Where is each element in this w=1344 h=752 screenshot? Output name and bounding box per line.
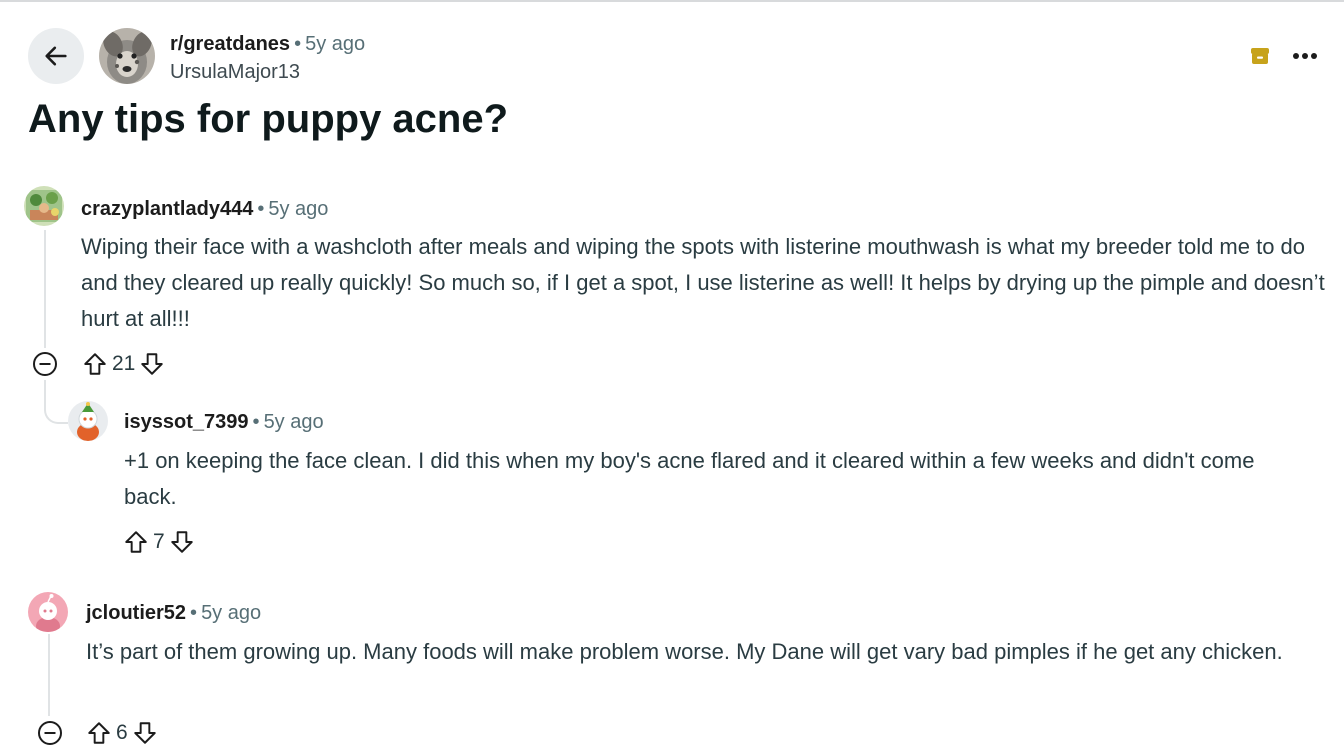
subreddit-name[interactable]: r/greatdanes [170,33,290,55]
more-horizontal-icon [1293,53,1317,59]
arrow-down-outline-icon [141,353,164,375]
vote-score: 6 [116,721,128,744]
comment-avatar[interactable] [24,186,64,226]
back-button[interactable] [28,28,84,84]
comment-body: +1 on keeping the face clean. I did this… [124,448,1255,509]
minus-circle-icon [38,721,62,745]
vote-score: 7 [153,530,165,553]
upvote-button[interactable] [122,528,150,556]
vote-bar: 6 [85,717,159,749]
vote-bar: 21 [81,348,166,380]
comment-time: 5y ago [263,411,324,433]
reply-connector [44,380,68,424]
post-title: Any tips for puppy acne? [28,97,509,141]
arrow-up-outline-icon [88,722,110,744]
downvote-button[interactable] [168,528,196,556]
post-time: 5y ago [305,33,366,55]
arrow-up-outline-icon [125,531,147,553]
downvote-button[interactable] [131,719,159,747]
arrow-up-outline-icon [84,353,106,375]
more-options-button[interactable] [1290,42,1320,70]
meta-separator: • [257,198,265,220]
subreddit-avatar[interactable] [99,28,155,84]
comment-avatar[interactable] [68,401,108,441]
vote-bar: 7 [122,526,196,558]
post-meta: r/greatdanes • 5y ago [170,31,365,57]
thread-line[interactable] [48,634,50,716]
thread-line[interactable] [44,230,46,348]
vote-score: 21 [112,352,136,375]
comment-author[interactable]: isyssot_7399 [124,411,249,433]
minus-circle-icon [33,352,57,376]
comment-meta: isyssot_7399 • 5y ago [124,409,324,435]
comment-body: It’s part of them growing up. Many foods… [86,639,1283,664]
meta-separator: • [252,411,260,433]
comment-time: 5y ago [268,198,329,220]
comment-time: 5y ago [201,602,262,624]
comment-author[interactable]: crazyplantlady444 [81,198,253,220]
upvote-button[interactable] [85,719,113,747]
comment-meta: crazyplantlady444 • 5y ago [81,196,328,222]
arrow-down-outline-icon [133,722,156,744]
post-author[interactable]: UrsulaMajor13 [170,59,300,85]
collapse-thread-button[interactable] [32,351,58,377]
comment-body: Wiping their face with a washcloth after… [81,234,1325,331]
meta-separator: • [294,33,302,55]
upvote-button[interactable] [81,350,109,378]
arrow-left-icon [45,46,67,66]
downvote-button[interactable] [138,350,166,378]
arrow-down-outline-icon [170,531,193,553]
meta-separator: • [190,602,198,624]
collapse-thread-button[interactable] [37,720,63,746]
comment-avatar[interactable] [28,592,68,632]
top-divider [0,0,1344,2]
comment-meta: jcloutier52 • 5y ago [86,600,261,626]
archive-icon[interactable] [1248,44,1272,68]
comment-author[interactable]: jcloutier52 [86,602,186,624]
